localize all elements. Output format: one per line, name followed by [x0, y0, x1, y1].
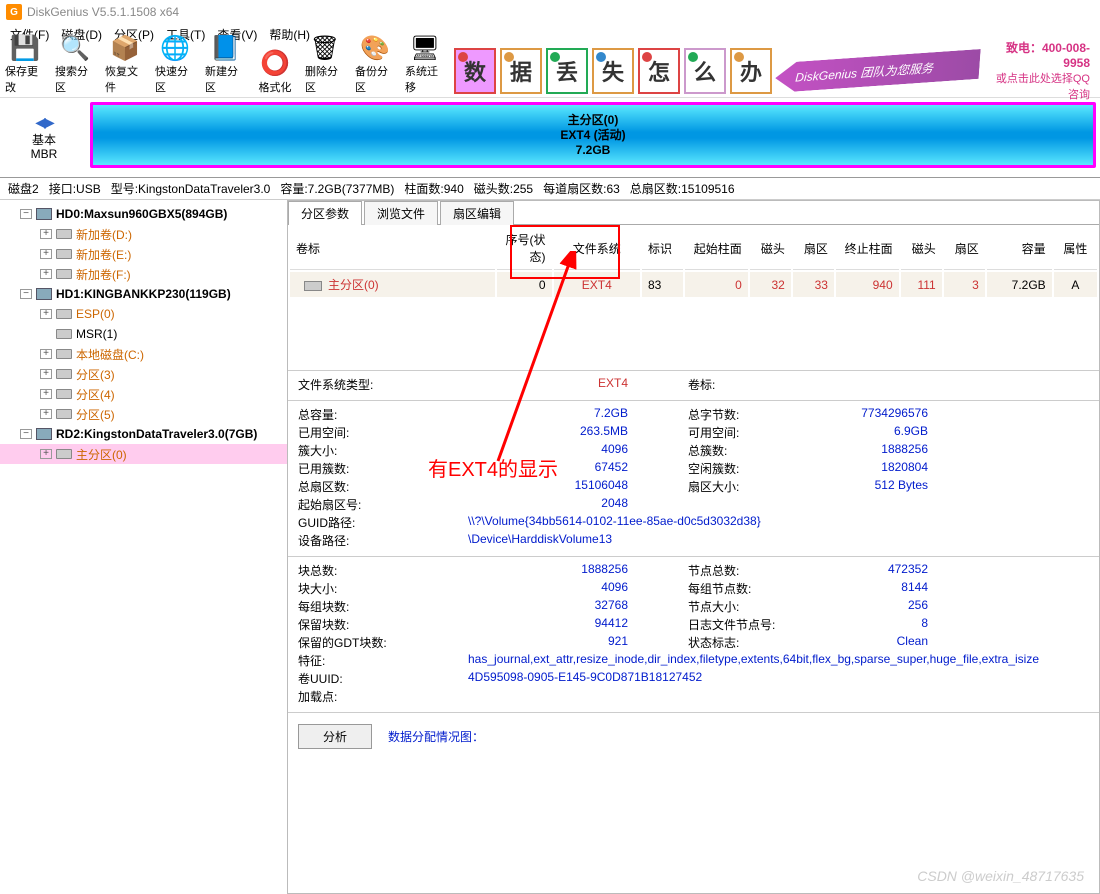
backup-icon: 🎨: [359, 34, 391, 63]
tree-expander-icon[interactable]: −: [20, 429, 32, 439]
promo-boxes: 数 据 丢 失 怎 么 办: [454, 48, 776, 94]
detail-pane: 分区参数 浏览文件 扇区编辑 卷标 序号(状态) 文件系统 标识 起始柱面 磁头…: [288, 200, 1100, 894]
hdd-icon: [36, 427, 52, 441]
tb-recover[interactable]: 📦恢复文件: [100, 44, 150, 97]
hdd-icon: [36, 287, 52, 301]
tree-item-label: 分区(3): [76, 366, 115, 383]
drive-icon: [56, 367, 72, 381]
tree-item-label: ESP(0): [76, 307, 115, 321]
tree-item[interactable]: − HD0:Maxsun960GBX5(894GB): [0, 204, 287, 224]
tree-expander-icon[interactable]: +: [40, 389, 52, 399]
tree-item-label: 新加卷(E:): [76, 246, 131, 263]
tb-search[interactable]: 🔍搜索分区: [50, 44, 100, 97]
tree-expander-icon[interactable]: +: [40, 229, 52, 239]
tree-item[interactable]: + 新加卷(E:): [0, 244, 287, 264]
promo-area: 数 据 丢 失 怎 么 办 DiskGenius 团队为您服务 致电：400-0…: [450, 44, 1100, 97]
tree-item-label: RD2:KingstonDataTraveler3.0(7GB): [56, 427, 257, 441]
tree-expander-icon[interactable]: −: [20, 289, 32, 299]
tree-expander-icon[interactable]: +: [40, 409, 52, 419]
disk-overview: ◀▶ 基本MBR 主分区(0) EXT4 (活动) 7.2GB: [0, 98, 1100, 178]
tree-item[interactable]: + 本地磁盘(C:): [0, 344, 287, 364]
tree-item-label: HD1:KINGBANKKP230(119GB): [56, 287, 231, 301]
title-bar: G DiskGenius V5.5.1.1508 x64: [0, 0, 1100, 24]
tb-delete[interactable]: 🗑删除分区: [300, 44, 350, 97]
tree-item[interactable]: + 分区(3): [0, 364, 287, 384]
tree-item-label: 新加卷(D:): [76, 226, 132, 243]
tree-item-label: 本地磁盘(C:): [76, 346, 144, 363]
detail-tabs: 分区参数 浏览文件 扇区编辑: [288, 201, 1099, 225]
tree-item-label: HD0:Maxsun960GBX5(894GB): [56, 207, 227, 221]
tree-item[interactable]: + 分区(4): [0, 384, 287, 404]
quickpart-icon: 🌐: [159, 34, 191, 63]
tree-item-label: 分区(4): [76, 386, 115, 403]
format-icon: ⭕: [259, 47, 291, 79]
tb-save[interactable]: 💾保存更改: [0, 44, 50, 97]
tab-params[interactable]: 分区参数: [288, 201, 362, 225]
tree-item[interactable]: − RD2:KingstonDataTraveler3.0(7GB): [0, 424, 287, 444]
promo-contact: 致电：400-008-9958 或点击此处选择QQ咨询: [989, 39, 1100, 102]
drive-icon: [56, 447, 72, 461]
tb-newpart[interactable]: 📘新建分区: [200, 44, 250, 97]
tree-item-label: 新加卷(F:): [76, 266, 131, 283]
fs-details: 文件系统类型:EXT4卷标:: [288, 374, 1099, 397]
tree-expander-icon[interactable]: +: [40, 349, 52, 359]
app-icon: G: [6, 4, 22, 20]
tb-backup[interactable]: 🎨备份分区: [350, 44, 400, 97]
drive-icon: [56, 387, 72, 401]
nav-arrows[interactable]: ◀▶ 基本MBR: [0, 98, 88, 177]
hdd-icon: [36, 207, 52, 221]
tree-item-label: 分区(5): [76, 406, 115, 423]
tree-expander-icon[interactable]: +: [40, 249, 52, 259]
tree-expander-icon[interactable]: +: [40, 449, 52, 459]
tree-item[interactable]: MSR(1): [0, 324, 287, 344]
recover-icon: 📦: [109, 34, 141, 63]
tree-item[interactable]: + 新加卷(F:): [0, 264, 287, 284]
tree-item[interactable]: + 分区(5): [0, 404, 287, 424]
nav-arrow-icon: ◀▶: [35, 114, 53, 131]
tb-format[interactable]: ⭕格式化: [250, 44, 300, 97]
window-title: DiskGenius V5.5.1.1508 x64: [27, 5, 179, 19]
migrate-icon: 🖥: [409, 34, 441, 63]
tree-expander-icon[interactable]: +: [40, 369, 52, 379]
drive-icon: [56, 307, 72, 321]
drive-icon: [56, 227, 72, 241]
tree-item[interactable]: + 新加卷(D:): [0, 224, 287, 244]
drive-icon: [56, 267, 72, 281]
tree-item[interactable]: + ESP(0): [0, 304, 287, 324]
partition-table: 卷标 序号(状态) 文件系统 标识 起始柱面 磁头 扇区 终止柱面 磁头 扇区 …: [288, 225, 1099, 299]
watermark: CSDN @weixin_48717635: [917, 868, 1084, 884]
newpart-icon: 📘: [209, 34, 241, 63]
disk-tree[interactable]: − HD0:Maxsun960GBX5(894GB) + 新加卷(D:) + 新加卷(E:…: [0, 200, 288, 894]
table-row[interactable]: 主分区(0) 0 EXT4 83 0 32 33 940 111 3 7.2GB…: [290, 272, 1097, 297]
tree-expander-icon[interactable]: −: [20, 209, 32, 219]
delete-icon: 🗑: [309, 34, 341, 63]
tb-quickpart[interactable]: 🌐快速分区: [150, 44, 200, 97]
tab-sector[interactable]: 扇区编辑: [440, 201, 514, 225]
toolbar: 💾保存更改 🔍搜索分区 📦恢复文件 🌐快速分区 📘新建分区 ⭕格式化 🗑删除分区…: [0, 44, 1100, 98]
drive-icon: [56, 347, 72, 361]
disk-summary: 磁盘2 接口:USB 型号:KingstonDataTraveler3.0 容量…: [0, 178, 1100, 200]
promo-arrow: DiskGenius 团队为您服务: [774, 48, 980, 92]
bottom-row: 分析 数据分配情况图：: [288, 716, 1099, 757]
tree-item[interactable]: + 主分区(0): [0, 444, 287, 464]
drive-icon: [56, 407, 72, 421]
tree-expander-icon[interactable]: +: [40, 269, 52, 279]
partition-bar[interactable]: 主分区(0) EXT4 (活动) 7.2GB: [90, 102, 1096, 168]
tree-item[interactable]: − HD1:KINGBANKKP230(119GB): [0, 284, 287, 304]
save-icon: 💾: [9, 34, 41, 63]
alloc-label: 数据分配情况图：: [388, 728, 484, 745]
tree-expander-icon[interactable]: +: [40, 309, 52, 319]
drive-icon: [56, 327, 72, 341]
drive-icon: [56, 247, 72, 261]
tab-browse[interactable]: 浏览文件: [364, 201, 438, 225]
analyze-button[interactable]: 分析: [298, 724, 372, 749]
tree-item-label: MSR(1): [76, 327, 117, 341]
search-icon: 🔍: [59, 34, 91, 63]
tb-migrate[interactable]: 🖥系统迁移: [400, 44, 450, 97]
tree-item-label: 主分区(0): [76, 446, 127, 463]
